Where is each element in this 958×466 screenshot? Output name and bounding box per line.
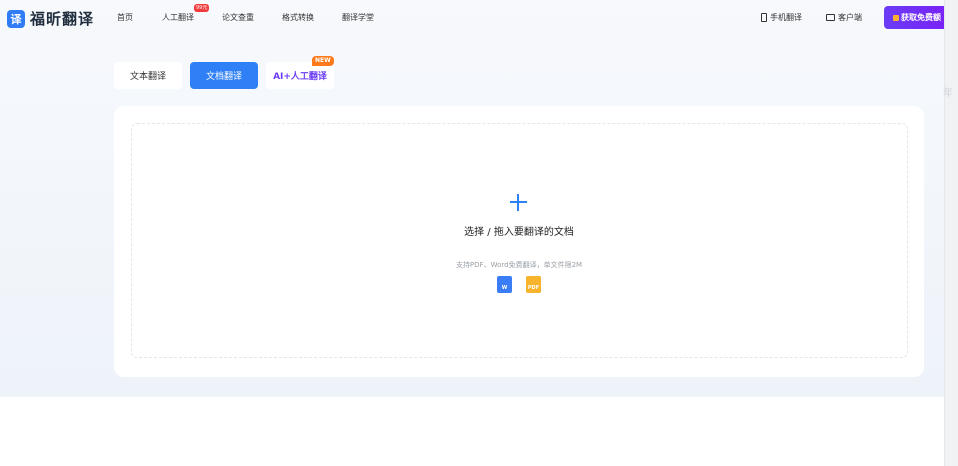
new-badge: NEW xyxy=(312,56,334,66)
nav-human-translation-label: 人工翻译 xyxy=(162,13,194,22)
mobile-translation-label: 手机翻译 xyxy=(770,13,802,22)
desktop-client-label: 客户端 xyxy=(838,13,862,22)
get-free-credits-label: 获取免费额 xyxy=(901,13,941,22)
plus-icon[interactable] xyxy=(510,194,527,211)
logo-icon: 译 xyxy=(7,9,25,28)
top-navigation: 译 福昕翻译 首页 人工翻译 99元 论文查重 格式转换 翻译学堂 手机翻译 客… xyxy=(0,0,954,34)
nav-plagiarism-check[interactable]: 论文查重 xyxy=(222,12,282,23)
word-file-icon: W xyxy=(497,276,512,293)
dropzone-hint: 支持PDF、Word免费翻译，单文件限2M xyxy=(455,261,583,269)
nav-translation-academy[interactable]: 翻译学堂 xyxy=(342,12,402,23)
monitor-icon xyxy=(826,14,835,21)
dropzone-title: 选择 / 拖入要翻译的文档 xyxy=(464,227,574,238)
nav-human-translation[interactable]: 人工翻译 99元 xyxy=(162,4,222,23)
main-nav: 首页 人工翻译 99元 论文查重 格式转换 翻译学堂 xyxy=(117,4,402,23)
file-dropzone[interactable] xyxy=(131,123,908,358)
pdf-file-icon: PDF xyxy=(526,276,541,293)
phone-icon xyxy=(761,13,767,22)
price-badge: 99元 xyxy=(194,4,210,12)
mobile-translation-link[interactable]: 手机翻译 xyxy=(761,12,802,23)
logo-text: 福昕翻译 xyxy=(30,10,95,28)
edge-panel xyxy=(944,0,958,466)
nav-home[interactable]: 首页 xyxy=(117,12,162,23)
logo[interactable]: 译 福昕翻译 xyxy=(7,8,94,29)
gift-icon xyxy=(893,14,899,21)
tab-text-translation[interactable]: 文本翻译 xyxy=(114,62,182,89)
tab-document-translation[interactable]: 文档翻译 xyxy=(190,62,258,89)
desktop-client-link[interactable]: 客户端 xyxy=(826,12,862,23)
tab-ai-human-translation[interactable]: AI+人工翻译 xyxy=(266,62,334,89)
edge-text: 年 xyxy=(943,88,953,99)
nav-format-conversion[interactable]: 格式转换 xyxy=(282,12,342,23)
